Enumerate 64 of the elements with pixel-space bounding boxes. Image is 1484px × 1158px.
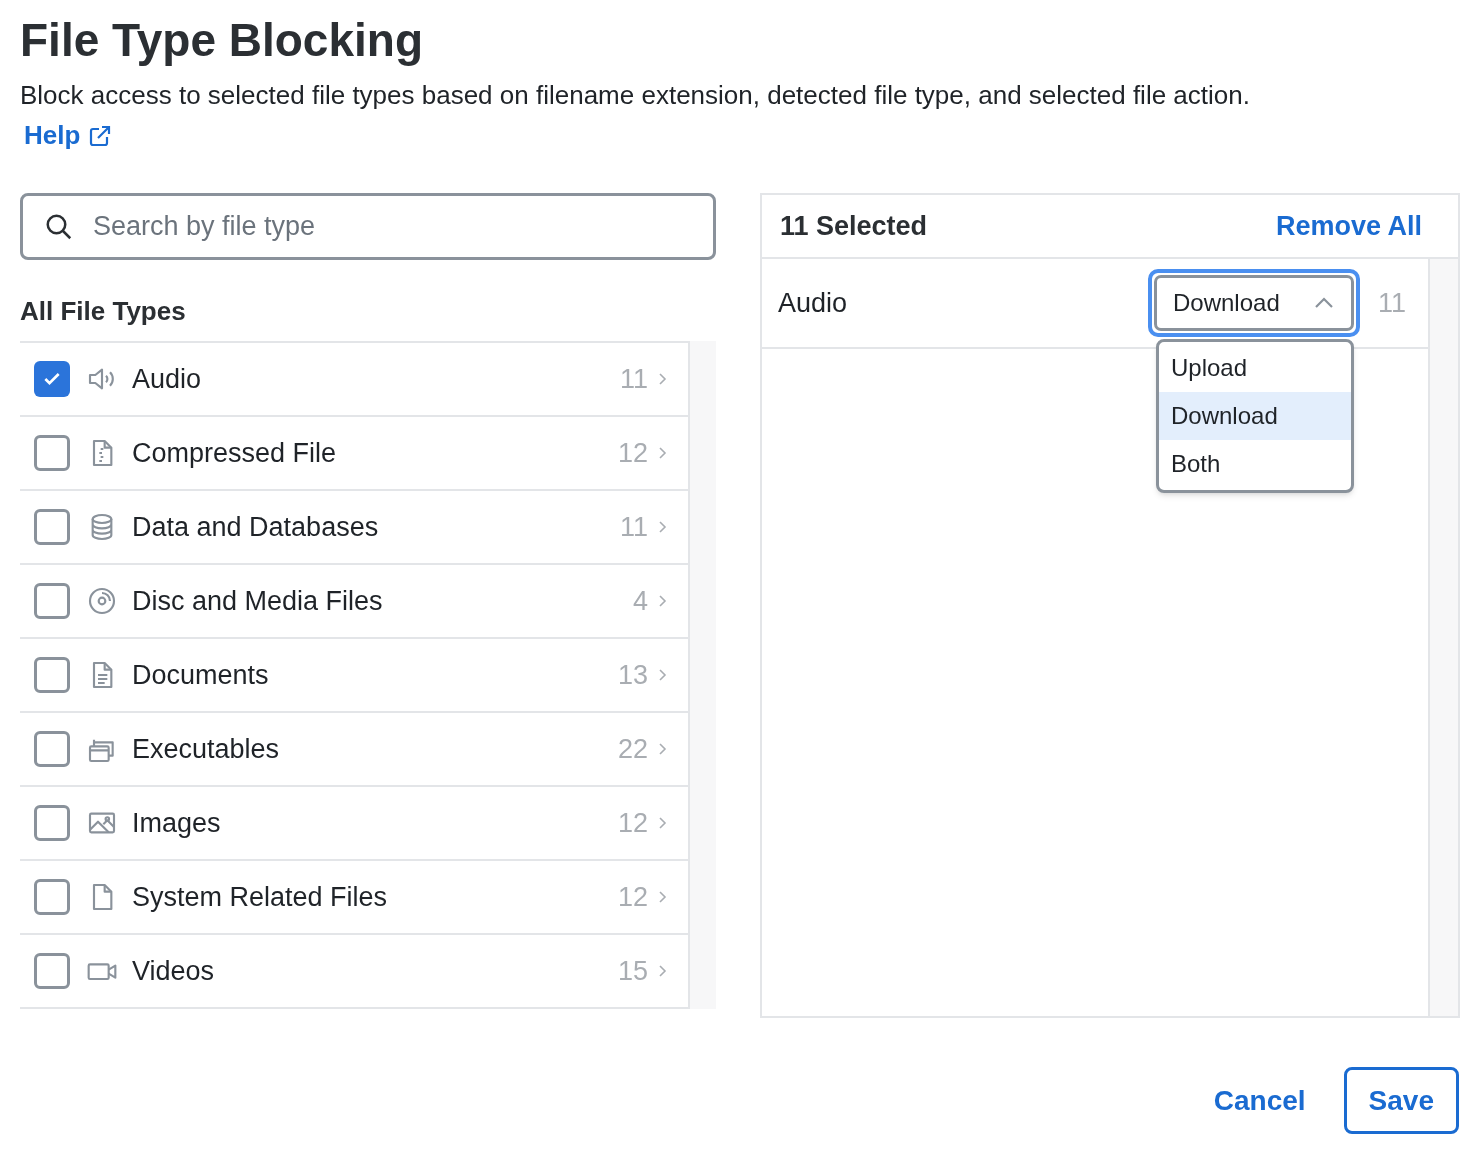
file-count: 12 xyxy=(617,806,648,840)
external-link-icon xyxy=(88,123,113,148)
checkbox[interactable] xyxy=(34,731,70,767)
page-description: Block access to selected file types based on filename extension, detected file type, and selected file action. xyxy=(20,79,1251,112)
checkbox[interactable] xyxy=(34,435,70,471)
checkbox[interactable] xyxy=(34,805,70,841)
remove-all-link[interactable]: Remove All xyxy=(1275,205,1422,247)
chevron-right-icon xyxy=(656,741,668,757)
file-type-row[interactable]: Images 12 xyxy=(20,787,688,861)
dropdown-option[interactable]: Both xyxy=(1159,440,1351,488)
file-type-row[interactable]: Disc and Media Files 4 xyxy=(20,565,688,639)
chevron-right-icon xyxy=(656,963,668,979)
file-count: 15 xyxy=(617,954,648,988)
chevron-right-icon xyxy=(656,371,668,387)
file-type-label: Audio xyxy=(132,362,203,396)
action-dropdown[interactable]: Download xyxy=(1148,269,1360,337)
file-count: 22 xyxy=(617,732,648,766)
search-icon xyxy=(44,212,74,242)
chevron-right-icon xyxy=(656,815,668,831)
chevron-right-icon xyxy=(656,519,668,535)
file-type-label: Videos xyxy=(132,954,216,988)
file-type-label: System Related Files xyxy=(132,880,389,914)
selected-type-label: Audio xyxy=(778,286,849,320)
chevron-right-icon xyxy=(656,593,668,609)
dropdown-option[interactable]: Upload xyxy=(1159,344,1351,392)
file-type-label: Data and Databases xyxy=(132,510,380,544)
checkbox[interactable] xyxy=(34,583,70,619)
checkbox[interactable] xyxy=(34,879,70,915)
dropdown-option[interactable]: Download xyxy=(1159,392,1351,440)
file-type-row[interactable]: Executables 22 xyxy=(20,713,688,787)
file-type-row[interactable]: System Related Files 12 xyxy=(20,861,688,935)
file-type-label: Disc and Media Files xyxy=(132,584,384,618)
file-type-label: Images xyxy=(132,806,222,840)
save-button[interactable]: Save xyxy=(1343,1067,1459,1134)
file-type-row[interactable]: Videos 15 xyxy=(20,935,688,1009)
file-type-row[interactable]: Data and Databases 11 xyxy=(20,491,688,565)
cancel-button[interactable]: Cancel xyxy=(1211,1079,1308,1122)
chevron-right-icon xyxy=(656,445,668,461)
list-heading: All File Types xyxy=(20,295,187,328)
file-count: 4 xyxy=(632,584,648,618)
file-type-row[interactable]: Documents 13 xyxy=(20,639,688,713)
search-field[interactable]: Search by file type xyxy=(20,193,716,260)
checkbox[interactable] xyxy=(34,361,70,397)
selected-count: 11 xyxy=(1378,286,1408,320)
file-count: 12 xyxy=(617,436,648,470)
file-type-label: Documents xyxy=(132,658,270,692)
caret-up-icon xyxy=(1313,296,1335,310)
chevron-right-icon xyxy=(656,889,668,905)
help-link[interactable]: Help xyxy=(24,116,113,155)
page-title: File Type Blocking xyxy=(20,13,424,68)
chevron-right-icon xyxy=(656,667,668,683)
file-type-row[interactable]: Compressed File 12 xyxy=(20,417,688,491)
checkbox[interactable] xyxy=(34,509,70,545)
file-type-row[interactable]: Audio 11 xyxy=(20,343,688,417)
checkbox[interactable] xyxy=(34,953,70,989)
file-count: 11 xyxy=(619,362,648,396)
selected-count-heading: 11 Selected xyxy=(780,209,928,243)
checkbox[interactable] xyxy=(34,657,70,693)
file-count: 11 xyxy=(619,510,648,544)
file-count: 13 xyxy=(617,658,648,692)
disc-icon xyxy=(86,585,118,617)
file-type-label: Compressed File xyxy=(132,436,338,470)
file-type-label: Executables xyxy=(132,732,281,766)
file-count: 12 xyxy=(617,880,648,914)
